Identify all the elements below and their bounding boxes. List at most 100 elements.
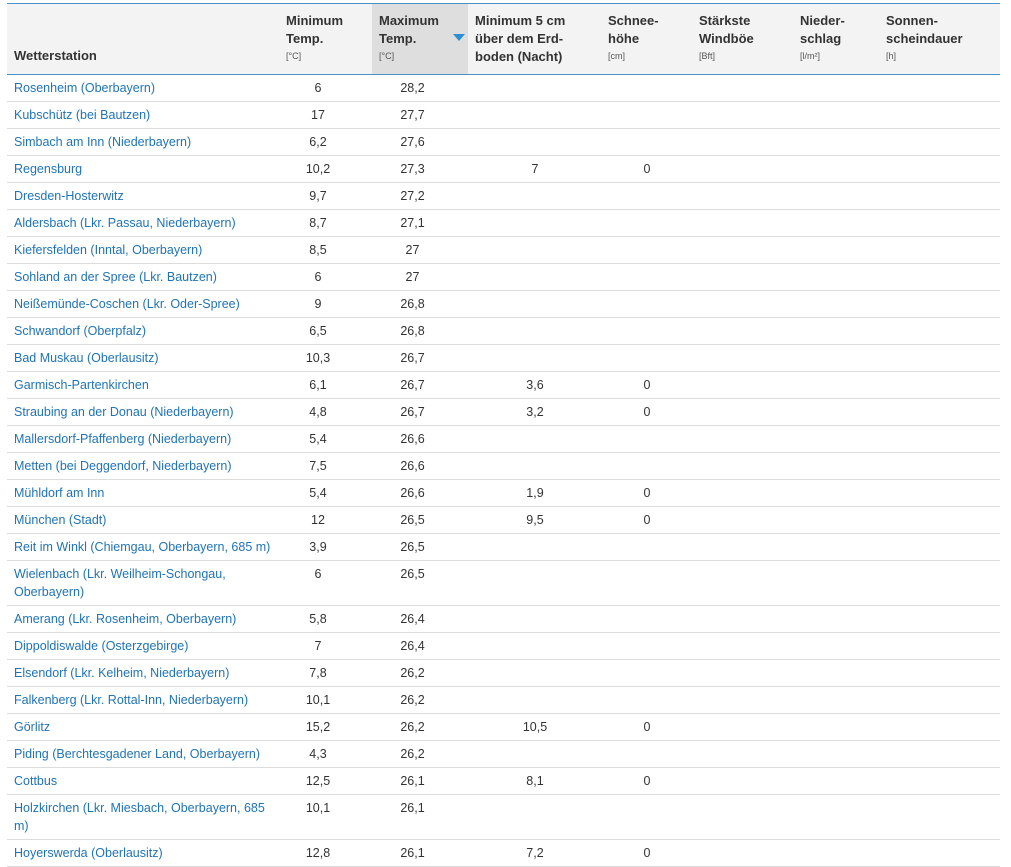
- station-link[interactable]: Metten (bei Deggendorf, Niederbayern): [14, 459, 231, 473]
- cell-sunshine: [879, 263, 1000, 291]
- cell-max-temp: 27,1: [372, 209, 468, 237]
- cell-max-temp: 26,5: [372, 560, 468, 606]
- cell-wind-gust: [692, 371, 793, 399]
- cell-max-temp: 26,5: [372, 533, 468, 561]
- station-link[interactable]: Mallersdorf-Pfaffenberg (Niederbayern): [14, 432, 231, 446]
- cell-sunshine: [879, 371, 1000, 399]
- station-link[interactable]: Aldersbach (Lkr. Passau, Niederbayern): [14, 216, 236, 230]
- column-header-wind-gust[interactable]: Stärkste Windböe [Bft]: [692, 3, 793, 75]
- column-header-max-temp[interactable]: Maximum Temp. [°C]: [372, 3, 468, 75]
- station-link[interactable]: Elsendorf (Lkr. Kelheim, Niederbayern): [14, 666, 229, 680]
- cell-snow-depth: [601, 605, 692, 633]
- cell-max-temp: 26,5: [372, 506, 468, 534]
- cell-snow-depth: 0: [601, 506, 692, 534]
- station-link[interactable]: Wielenbach (Lkr. Weilheim-Schongau, Ober…: [14, 567, 226, 599]
- table-body: Rosenheim (Oberbayern) 6 28,2 Kubschütz (be…: [7, 74, 1000, 867]
- column-label: Wetterstation: [14, 48, 97, 63]
- cell-wind-gust: [692, 101, 793, 129]
- station-link[interactable]: Rosenheim (Oberbayern): [14, 81, 155, 95]
- cell-sunshine: [879, 560, 1000, 606]
- station-link[interactable]: Bad Muskau (Oberlausitz): [14, 351, 159, 365]
- table-row: Straubing an der Donau (Niederbayern) 4,8…: [7, 398, 1000, 426]
- station-link[interactable]: Falkenberg (Lkr. Rottal-Inn, Niederbayer…: [14, 693, 248, 707]
- station-link[interactable]: Garmisch-Partenkirchen: [14, 378, 149, 392]
- cell-min-temp: 6,2: [279, 128, 372, 156]
- station-link[interactable]: München (Stadt): [14, 513, 106, 527]
- cell-ground-min: [468, 128, 601, 156]
- station-link[interactable]: Schwandorf (Oberpfalz): [14, 324, 146, 338]
- cell-sunshine: [879, 686, 1000, 714]
- cell-min-temp: 5,4: [279, 425, 372, 453]
- cell-precipitation: [793, 317, 879, 345]
- cell-wind-gust: [692, 128, 793, 156]
- cell-precipitation: [793, 560, 879, 606]
- cell-station: Holzkirchen (Lkr. Miesbach, Oberbayern, …: [7, 794, 279, 840]
- table-row: Rosenheim (Oberbayern) 6 28,2: [7, 74, 1000, 102]
- cell-ground-min: 7: [468, 155, 601, 183]
- cell-sunshine: [879, 740, 1000, 768]
- cell-wind-gust: [692, 74, 793, 102]
- cell-max-temp: 27: [372, 236, 468, 264]
- cell-sunshine: [879, 182, 1000, 210]
- cell-ground-min: [468, 209, 601, 237]
- column-header-precipitation[interactable]: Nieder- schlag [l/m²]: [793, 3, 879, 75]
- cell-ground-min: [468, 740, 601, 768]
- cell-station: Piding (Berchtesgadener Land, Oberbayern…: [7, 740, 279, 768]
- cell-sunshine: [879, 128, 1000, 156]
- cell-ground-min: [468, 182, 601, 210]
- cell-station: Falkenberg (Lkr. Rottal-Inn, Niederbayer…: [7, 686, 279, 714]
- column-header-station[interactable]: Wetterstation: [7, 3, 279, 75]
- cell-station: Amerang (Lkr. Rosenheim, Oberbayern): [7, 605, 279, 633]
- station-link[interactable]: Dippoldiswalde (Osterzgebirge): [14, 639, 188, 653]
- station-link[interactable]: Amerang (Lkr. Rosenheim, Oberbayern): [14, 612, 236, 626]
- column-header-snow-depth[interactable]: Schnee- höhe [cm]: [601, 3, 692, 75]
- station-link[interactable]: Holzkirchen (Lkr. Miesbach, Oberbayern, …: [14, 801, 265, 833]
- cell-station: Aldersbach (Lkr. Passau, Niederbayern): [7, 209, 279, 237]
- cell-wind-gust: [692, 425, 793, 453]
- column-label: Sonnen- scheindauer: [886, 13, 963, 46]
- table-row: Regensburg 10,2 27,3 7 0: [7, 155, 1000, 183]
- station-link[interactable]: Regensburg: [14, 162, 82, 176]
- cell-precipitation: [793, 344, 879, 372]
- cell-ground-min: 3,2: [468, 398, 601, 426]
- station-link[interactable]: Reit im Winkl (Chiemgau, Oberbayern, 685…: [14, 540, 270, 554]
- cell-ground-min: [468, 425, 601, 453]
- station-link[interactable]: Simbach am Inn (Niederbayern): [14, 135, 191, 149]
- column-header-min-temp[interactable]: Minimum Temp. [°C]: [279, 3, 372, 75]
- cell-snow-depth: [601, 632, 692, 660]
- station-link[interactable]: Mühldorf am Inn: [14, 486, 104, 500]
- cell-precipitation: [793, 236, 879, 264]
- table-row: Kiefersfelden (Inntal, Oberbayern) 8,5 27: [7, 236, 1000, 264]
- cell-wind-gust: [692, 182, 793, 210]
- cell-snow-depth: [601, 686, 692, 714]
- station-link[interactable]: Piding (Berchtesgadener Land, Oberbayern…: [14, 747, 260, 761]
- cell-station: Mühldorf am Inn: [7, 479, 279, 507]
- cell-wind-gust: [692, 839, 793, 867]
- cell-max-temp: 26,7: [372, 398, 468, 426]
- table-row: Simbach am Inn (Niederbayern) 6,2 27,6: [7, 128, 1000, 156]
- station-link[interactable]: Straubing an der Donau (Niederbayern): [14, 405, 234, 419]
- cell-sunshine: [879, 209, 1000, 237]
- station-link[interactable]: Sohland an der Spree (Lkr. Bautzen): [14, 270, 217, 284]
- cell-ground-min: 9,5: [468, 506, 601, 534]
- station-link[interactable]: Hoyerswerda (Oberlausitz): [14, 846, 163, 860]
- station-link[interactable]: Kubschütz (bei Bautzen): [14, 108, 150, 122]
- cell-max-temp: 27,3: [372, 155, 468, 183]
- cell-snow-depth: [601, 452, 692, 480]
- cell-station: Schwandorf (Oberpfalz): [7, 317, 279, 345]
- column-header-ground-min[interactable]: Minimum 5 cm über dem Erd- boden (Nacht): [468, 3, 601, 75]
- station-link[interactable]: Görlitz: [14, 720, 50, 734]
- station-link[interactable]: Dresden-Hosterwitz: [14, 189, 124, 203]
- column-unit: [°C]: [379, 51, 395, 61]
- station-link[interactable]: Neißemünde-Coschen (Lkr. Oder-Spree): [14, 297, 240, 311]
- cell-min-temp: 12,8: [279, 839, 372, 867]
- cell-min-temp: 7,5: [279, 452, 372, 480]
- cell-min-temp: 4,8: [279, 398, 372, 426]
- cell-min-temp: 6: [279, 560, 372, 606]
- column-header-sunshine[interactable]: Sonnen- scheindauer [h]: [879, 3, 1000, 75]
- cell-precipitation: [793, 533, 879, 561]
- station-link[interactable]: Cottbus: [14, 774, 57, 788]
- cell-precipitation: [793, 371, 879, 399]
- station-link[interactable]: Kiefersfelden (Inntal, Oberbayern): [14, 243, 202, 257]
- cell-snow-depth: [601, 101, 692, 129]
